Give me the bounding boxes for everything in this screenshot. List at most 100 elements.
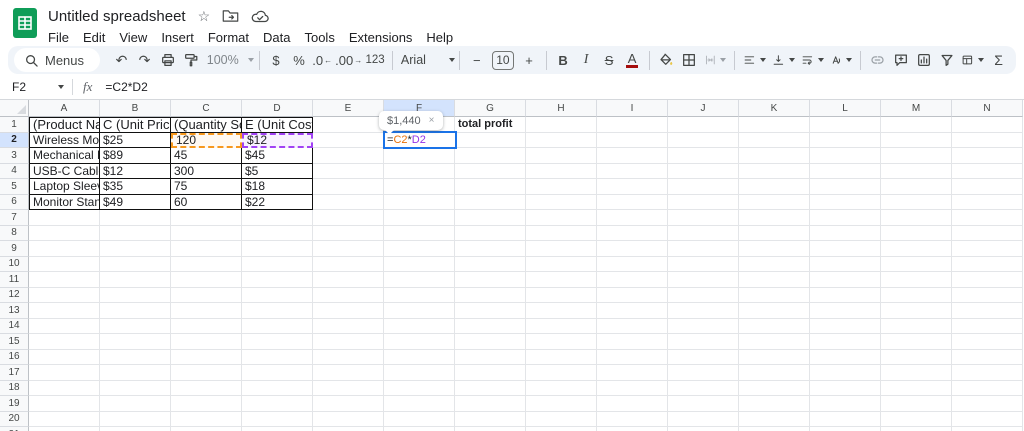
cell-G15[interactable]: [455, 334, 526, 350]
cell-B1[interactable]: C (Unit Price): [100, 117, 171, 133]
cell-D3[interactable]: $45: [242, 148, 313, 164]
cell-N13[interactable]: [952, 303, 1023, 319]
cell-H8[interactable]: [526, 226, 597, 242]
cell-I1[interactable]: [597, 117, 668, 133]
cell-N21[interactable]: [952, 427, 1023, 431]
cell-L11[interactable]: [810, 272, 881, 288]
cell-B17[interactable]: [100, 365, 171, 381]
cell-E11[interactable]: [313, 272, 384, 288]
column-header-E[interactable]: E: [313, 100, 384, 117]
menu-insert[interactable]: Insert: [154, 28, 201, 47]
font-family-select[interactable]: Arial: [398, 48, 455, 72]
row-header-18[interactable]: 18: [0, 381, 29, 397]
cell-N9[interactable]: [952, 241, 1023, 257]
cell-G6[interactable]: [455, 195, 526, 211]
cell-M9[interactable]: [881, 241, 952, 257]
strikethrough-button[interactable]: S: [598, 48, 621, 72]
percent-format-button[interactable]: %: [288, 48, 311, 72]
column-header-L[interactable]: L: [810, 100, 881, 117]
cell-E8[interactable]: [313, 226, 384, 242]
cell-H12[interactable]: [526, 288, 597, 304]
cell-F7[interactable]: [384, 210, 455, 226]
menu-view[interactable]: View: [112, 28, 154, 47]
cell-A8[interactable]: [29, 226, 100, 242]
cell-A2[interactable]: Wireless Mouse: [29, 133, 100, 149]
cell-L5[interactable]: [810, 179, 881, 195]
column-header-A[interactable]: A: [29, 100, 100, 117]
cell-F3[interactable]: [384, 148, 455, 164]
menu-edit[interactable]: Edit: [76, 28, 112, 47]
cell-K13[interactable]: [739, 303, 810, 319]
row-header-10[interactable]: 10: [0, 257, 29, 273]
cell-N6[interactable]: [952, 195, 1023, 211]
cell-N4[interactable]: [952, 164, 1023, 180]
cell-F11[interactable]: [384, 272, 455, 288]
cell-D9[interactable]: [242, 241, 313, 257]
cell-C17[interactable]: [171, 365, 242, 381]
cell-M11[interactable]: [881, 272, 952, 288]
cell-K19[interactable]: [739, 396, 810, 412]
cell-J15[interactable]: [668, 334, 739, 350]
cell-D16[interactable]: [242, 350, 313, 366]
cell-D8[interactable]: [242, 226, 313, 242]
cell-B18[interactable]: [100, 381, 171, 397]
cell-L9[interactable]: [810, 241, 881, 257]
cell-B13[interactable]: [100, 303, 171, 319]
redo-button[interactable]: ↷: [133, 48, 156, 72]
cell-I7[interactable]: [597, 210, 668, 226]
cell-C12[interactable]: [171, 288, 242, 304]
cell-C14[interactable]: [171, 319, 242, 335]
cell-M8[interactable]: [881, 226, 952, 242]
sheets-logo[interactable]: [12, 7, 38, 44]
cell-G10[interactable]: [455, 257, 526, 273]
cell-C3[interactable]: 45: [171, 148, 242, 164]
cell-L6[interactable]: [810, 195, 881, 211]
formula-input[interactable]: =C2*D2: [105, 80, 1024, 94]
cell-I10[interactable]: [597, 257, 668, 273]
cell-D10[interactable]: [242, 257, 313, 273]
cell-K1[interactable]: [739, 117, 810, 133]
cell-G3[interactable]: [455, 148, 526, 164]
cell-G21[interactable]: [455, 427, 526, 431]
cell-D17[interactable]: [242, 365, 313, 381]
create-filter-button[interactable]: [935, 48, 958, 72]
row-header-7[interactable]: 7: [0, 210, 29, 226]
cell-B19[interactable]: [100, 396, 171, 412]
horizontal-align-button[interactable]: [740, 48, 769, 72]
cell-L13[interactable]: [810, 303, 881, 319]
cell-L21[interactable]: [810, 427, 881, 431]
cell-A9[interactable]: [29, 241, 100, 257]
column-header-K[interactable]: K: [739, 100, 810, 117]
row-header-1[interactable]: 1: [0, 117, 29, 133]
cell-D18[interactable]: [242, 381, 313, 397]
cell-E19[interactable]: [313, 396, 384, 412]
cell-K8[interactable]: [739, 226, 810, 242]
cell-A12[interactable]: [29, 288, 100, 304]
move-folder-icon[interactable]: [222, 9, 239, 23]
cell-E12[interactable]: [313, 288, 384, 304]
cell-F15[interactable]: [384, 334, 455, 350]
cell-I4[interactable]: [597, 164, 668, 180]
column-header-C[interactable]: C: [171, 100, 242, 117]
column-header-I[interactable]: I: [597, 100, 668, 117]
cell-D13[interactable]: [242, 303, 313, 319]
cell-M20[interactable]: [881, 412, 952, 428]
cell-I3[interactable]: [597, 148, 668, 164]
cell-C19[interactable]: [171, 396, 242, 412]
cell-K15[interactable]: [739, 334, 810, 350]
cell-K14[interactable]: [739, 319, 810, 335]
cell-K5[interactable]: [739, 179, 810, 195]
cell-M12[interactable]: [881, 288, 952, 304]
cell-C4[interactable]: 300: [171, 164, 242, 180]
cell-G14[interactable]: [455, 319, 526, 335]
cell-A20[interactable]: [29, 412, 100, 428]
cell-I21[interactable]: [597, 427, 668, 431]
zoom-select[interactable]: 100%: [202, 48, 253, 72]
cell-E9[interactable]: [313, 241, 384, 257]
cell-H1[interactable]: [526, 117, 597, 133]
cell-H6[interactable]: [526, 195, 597, 211]
cell-G9[interactable]: [455, 241, 526, 257]
cloud-status-icon[interactable]: [251, 10, 269, 23]
cell-K21[interactable]: [739, 427, 810, 431]
row-header-12[interactable]: 12: [0, 288, 29, 304]
